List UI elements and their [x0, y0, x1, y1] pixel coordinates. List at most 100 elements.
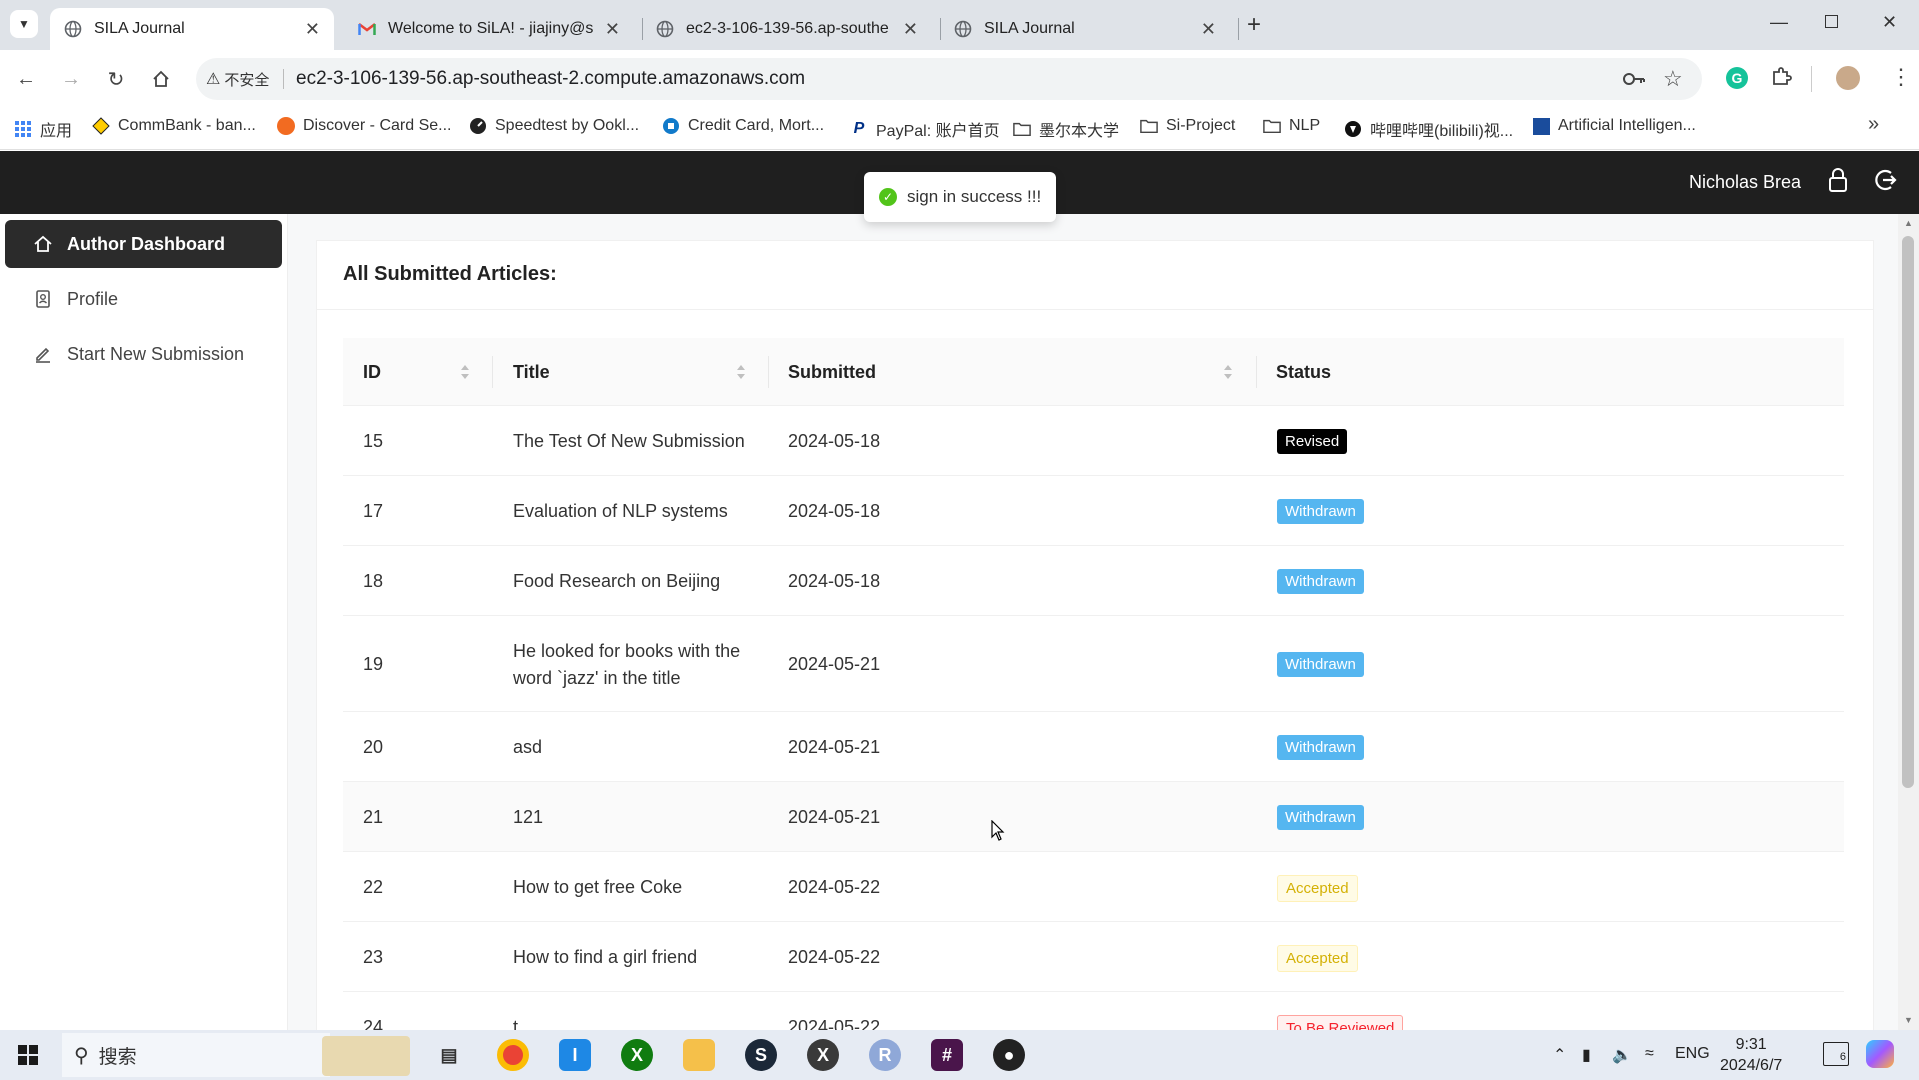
input-language[interactable]: ENG — [1675, 1045, 1710, 1063]
file-explorer-taskbar-icon[interactable] — [683, 1039, 715, 1071]
tab-0[interactable]: SILA Journal ✕ — [50, 8, 334, 50]
notification-center-icon[interactable]: 6 — [1823, 1042, 1849, 1066]
security-indicator[interactable]: ⚠ 不安全 — [206, 67, 269, 91]
table-row[interactable]: 15 The Test Of New Submission 2024-05-18… — [343, 406, 1844, 476]
bookmark-star-icon[interactable]: ☆ — [1663, 66, 1683, 92]
cell-title: The Test Of New Submission — [513, 431, 745, 451]
column-divider — [768, 356, 769, 388]
chrome-taskbar-icon[interactable] — [497, 1039, 529, 1071]
tab-2[interactable]: ec2-3-106-139-56.ap-southe ✕ — [642, 8, 932, 50]
success-toast: ✓ sign in success !!! — [864, 172, 1056, 222]
lock-icon[interactable] — [1827, 167, 1849, 198]
sort-icon[interactable] — [1223, 362, 1233, 382]
bookmarks-overflow-icon[interactable]: » — [1868, 113, 1879, 136]
grammarly-extension-icon[interactable]: G — [1726, 67, 1748, 89]
bookmark-commbank[interactable]: CommBank - ban... — [92, 117, 256, 135]
scrollbar-thumb[interactable] — [1902, 236, 1914, 788]
cell-submitted: 2024-05-18 — [788, 571, 881, 591]
card-divider — [316, 309, 1874, 310]
table-row[interactable]: 17 Evaluation of NLP systems 2024-05-18 … — [343, 476, 1844, 546]
restore-button[interactable] — [1825, 12, 1838, 33]
bookmark-paypal[interactable]: P PayPal: 账户首页 — [850, 117, 1000, 141]
volume-icon[interactable]: 🔈 — [1612, 1045, 1632, 1065]
copilot-icon[interactable] — [1866, 1040, 1894, 1068]
minimize-button[interactable]: — — [1770, 12, 1788, 33]
cell-title-line-2: word `jazz' in the title — [513, 668, 681, 688]
reload-button[interactable]: ↻ — [104, 67, 128, 91]
logout-icon[interactable] — [1871, 167, 1897, 198]
tray-chevron-icon[interactable]: ⌃ — [1553, 1045, 1566, 1065]
bookmark-label: PayPal: 账户首页 — [876, 123, 1000, 140]
xbox-app-taskbar-icon[interactable]: X — [621, 1039, 653, 1071]
table-row[interactable]: 24 t 2024-05-22 To Be Reviewed — [343, 992, 1844, 1030]
password-key-icon[interactable] — [1622, 68, 1646, 95]
intellij-taskbar-icon[interactable]: I — [559, 1039, 591, 1071]
tab-search-button[interactable]: ▼ — [10, 10, 38, 38]
table-row[interactable]: 22 How to get free Coke 2024-05-22 Accep… — [343, 852, 1844, 922]
table-row[interactable]: 18 Food Research on Beijing 2024-05-18 W… — [343, 546, 1844, 616]
bookmark-speedtest[interactable]: Speedtest by Ookl... — [469, 117, 639, 135]
chrome-menu-icon[interactable]: ⋮ — [1890, 64, 1912, 90]
tab-title: ec2-3-106-139-56.ap-southe — [686, 20, 889, 37]
bookmark-apps[interactable]: 应用 — [14, 117, 72, 141]
url-text[interactable]: ec2-3-106-139-56.ap-southeast-2.compute.… — [296, 68, 805, 90]
bookmark-discover[interactable]: Discover - Card Se... — [277, 117, 451, 135]
tab-1[interactable]: Welcome to SiLA! - jiajiny@s ✕ — [344, 8, 634, 50]
table-row[interactable]: 23 How to find a girl friend 2024-05-22 … — [343, 922, 1844, 992]
column-header-title[interactable]: Title — [513, 362, 550, 383]
back-button[interactable]: ← — [14, 67, 38, 91]
task-view-icon[interactable]: ▤ — [433, 1039, 465, 1071]
home-button[interactable] — [149, 67, 173, 91]
security-divider — [283, 69, 284, 89]
sort-icon[interactable] — [460, 362, 470, 382]
obs-taskbar-icon[interactable]: ● — [993, 1039, 1025, 1071]
profile-avatar[interactable] — [1836, 66, 1860, 90]
steam-taskbar-icon[interactable]: S — [745, 1039, 777, 1071]
start-button[interactable] — [18, 1045, 38, 1070]
column-header-id[interactable]: ID — [363, 362, 381, 383]
bookmark-folder-nlp[interactable]: NLP — [1263, 117, 1320, 135]
bookmark-label: 应用 — [40, 123, 73, 140]
sort-icon[interactable] — [736, 362, 746, 382]
bookmark-bilibili[interactable]: 哔哩哔哩(bilibili)视... — [1344, 117, 1513, 141]
close-icon[interactable]: ✕ — [1201, 19, 1216, 40]
extensions-puzzle-icon[interactable] — [1770, 66, 1792, 93]
table-row[interactable]: 20 asd 2024-05-21 Withdrawn — [343, 712, 1844, 782]
table-row[interactable]: 21 121 2024-05-21 Withdrawn — [343, 782, 1844, 852]
tab-3[interactable]: SILA Journal ✕ — [940, 8, 1230, 50]
status-badge: Withdrawn — [1277, 569, 1364, 594]
chase-icon — [662, 117, 680, 135]
xbox-taskbar-icon[interactable]: X — [807, 1039, 839, 1071]
close-icon[interactable]: ✕ — [605, 19, 620, 40]
user-name[interactable]: Nicholas Brea — [1689, 172, 1801, 193]
close-icon[interactable]: ✕ — [903, 19, 918, 40]
close-window-button[interactable]: ✕ — [1882, 12, 1897, 33]
new-tab-button[interactable]: + — [1247, 11, 1261, 39]
table-row[interactable]: 19 He looked for books with the word `ja… — [343, 616, 1844, 712]
slack-taskbar-icon[interactable]: # — [931, 1039, 963, 1071]
scroll-up-arrow[interactable]: ▲ — [1904, 218, 1913, 228]
bookmark-credit-card[interactable]: Credit Card, Mort... — [662, 117, 824, 135]
taskbar-search[interactable]: ⚲ 搜索 — [62, 1033, 330, 1077]
close-icon[interactable]: ✕ — [305, 19, 320, 40]
sidebar-item-author-dashboard[interactable]: Author Dashboard — [5, 220, 282, 268]
restore-icon — [1825, 15, 1838, 28]
column-header-submitted[interactable]: Submitted — [788, 362, 876, 383]
status-badge: Revised — [1277, 429, 1348, 454]
taskbar-clock[interactable]: 9:31 2024/6/7 — [1720, 1034, 1782, 1076]
r-taskbar-icon[interactable]: R — [869, 1039, 901, 1071]
sidebar-item-start-new-submission[interactable]: Start New Submission — [5, 330, 282, 378]
reload-icon: ↻ — [107, 68, 125, 91]
forward-button[interactable]: → — [59, 67, 83, 91]
gmail-icon — [358, 20, 376, 38]
sidebar-item-profile[interactable]: Profile — [5, 275, 282, 323]
cell-title-line-1: He looked for books with the — [513, 641, 741, 661]
battery-icon[interactable]: ▮ — [1582, 1045, 1591, 1065]
scroll-down-arrow[interactable]: ▼ — [1904, 1015, 1913, 1025]
status-badge: Accepted — [1277, 945, 1358, 972]
bookmark-ai[interactable]: Artificial Intelligen... — [1532, 117, 1696, 135]
bookmark-folder-unimelb[interactable]: 墨尔本大学 — [1013, 117, 1119, 141]
wifi-icon[interactable]: ≈ — [1645, 1045, 1654, 1063]
sidebar-item-label: Author Dashboard — [67, 233, 226, 254]
bookmark-folder-si-project[interactable]: Si-Project — [1140, 117, 1235, 135]
